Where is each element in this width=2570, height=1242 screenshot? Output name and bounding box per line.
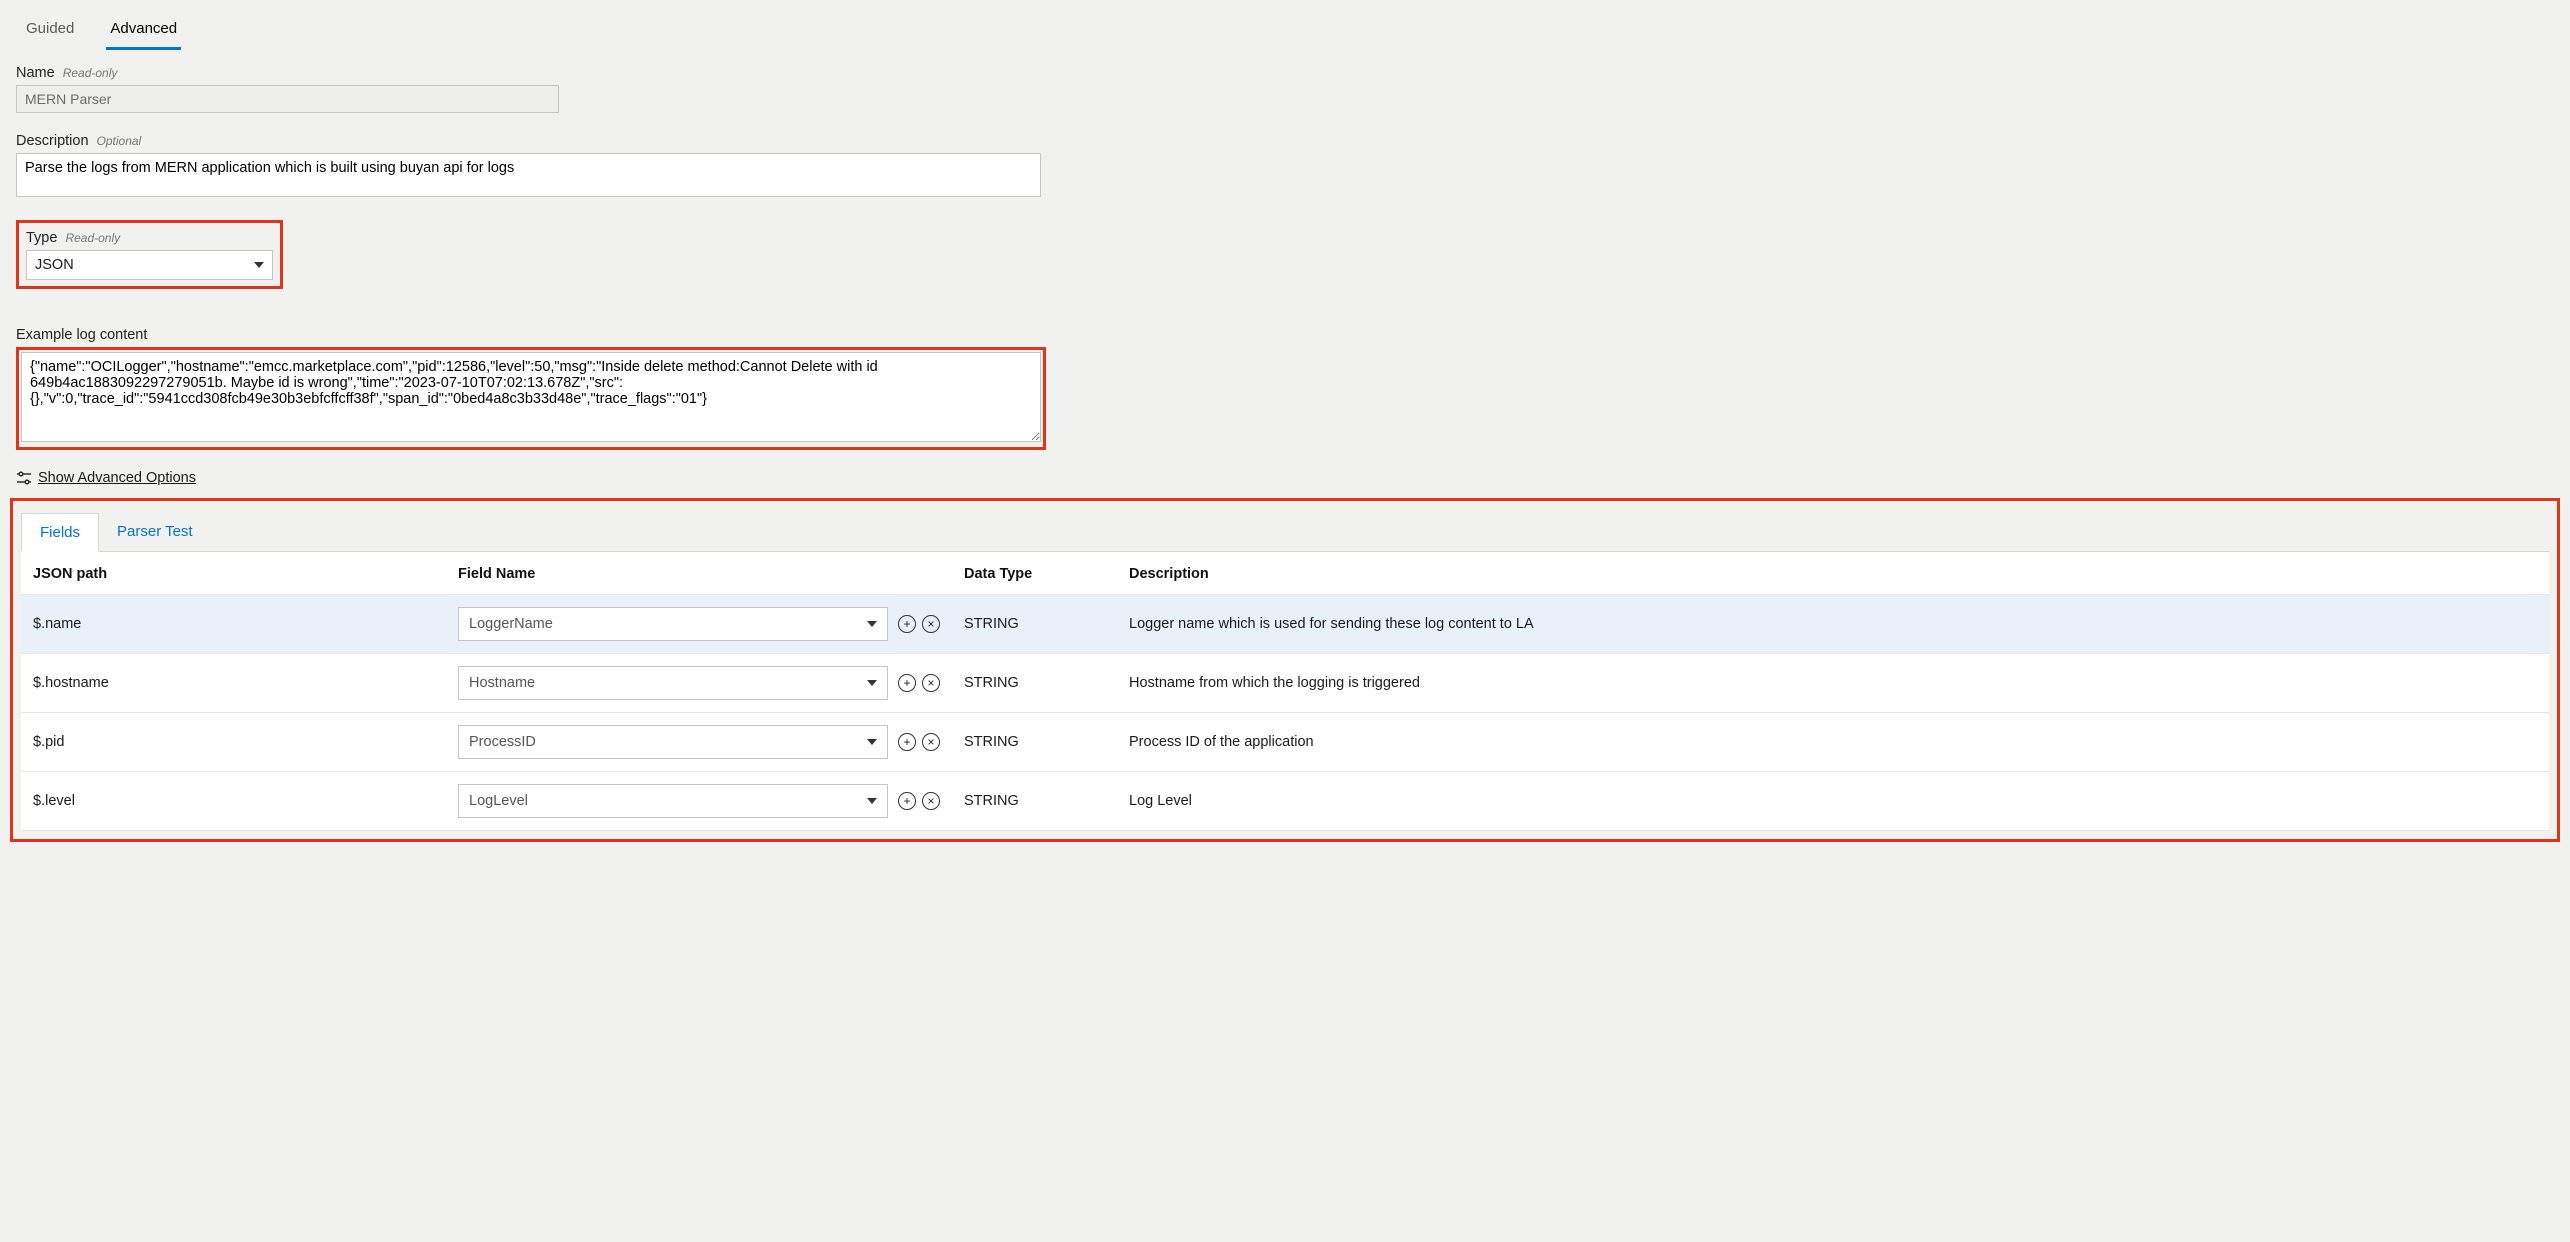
type-label: Type (26, 230, 57, 246)
mode-tabs: Guided Advanced (10, 0, 2560, 51)
field-name-select[interactable]: LoggerName (458, 607, 888, 641)
description-cell: Process ID of the application (1117, 713, 2549, 772)
field-name-cell: LoggerName + × (446, 595, 952, 654)
chevron-down-icon (867, 680, 877, 686)
name-hint: Read-only (63, 66, 118, 80)
remove-icon[interactable]: × (922, 733, 940, 751)
add-icon[interactable]: + (898, 615, 916, 633)
description-hint: Optional (97, 134, 142, 148)
table-row[interactable]: $.pid ProcessID + × STRINGProcess ID of the … (21, 713, 2549, 772)
add-icon[interactable]: + (898, 674, 916, 692)
fields-subtabs: Fields Parser Test (21, 513, 2549, 552)
header-field-name: Field Name (446, 552, 952, 595)
description-cell: Hostname from which the logging is trigg… (1117, 654, 2549, 713)
field-name-select[interactable]: LogLevel (458, 784, 888, 818)
example-log-content[interactable] (21, 352, 1041, 442)
description-cell: Log Level (1117, 772, 2549, 831)
remove-icon[interactable]: × (922, 615, 940, 633)
data-type-cell: STRING (952, 772, 1117, 831)
chevron-down-icon (867, 798, 877, 804)
remove-icon[interactable]: × (922, 792, 940, 810)
data-type-cell: STRING (952, 713, 1117, 772)
type-hint: Read-only (65, 231, 120, 245)
sliders-icon (16, 470, 32, 486)
show-advanced-options-link[interactable]: Show Advanced Options (16, 470, 196, 486)
table-row[interactable]: $.name LoggerName + × STRINGLogger name whic… (21, 595, 2549, 654)
add-icon[interactable]: + (898, 733, 916, 751)
json-path-cell: $.name (21, 595, 446, 654)
show-advanced-options-label: Show Advanced Options (38, 470, 196, 486)
type-value: JSON (35, 257, 254, 273)
subtab-fields[interactable]: Fields (21, 513, 99, 552)
field-name-select[interactable]: ProcessID (458, 725, 888, 759)
chevron-down-icon (867, 621, 877, 627)
add-icon[interactable]: + (898, 792, 916, 810)
subtab-parser-test[interactable]: Parser Test (99, 513, 211, 551)
field-name-cell: ProcessID + × (446, 713, 952, 772)
example-label: Example log content (16, 327, 147, 343)
data-type-cell: STRING (952, 595, 1117, 654)
header-json-path: JSON path (21, 552, 446, 595)
description-label: Description (16, 133, 89, 149)
chevron-down-icon (867, 739, 877, 745)
tab-advanced[interactable]: Advanced (106, 14, 181, 50)
header-data-type: Data Type (952, 552, 1117, 595)
name-input (16, 85, 559, 113)
chevron-down-icon (254, 262, 264, 268)
field-name-cell: Hostname + × (446, 654, 952, 713)
description-input[interactable] (16, 153, 1041, 197)
data-type-cell: STRING (952, 654, 1117, 713)
json-path-cell: $.hostname (21, 654, 446, 713)
json-path-cell: $.level (21, 772, 446, 831)
fields-table: JSON path Field Name Data Type Descripti… (21, 552, 2549, 831)
table-row[interactable]: $.hostname Hostname + × STRINGHostname from … (21, 654, 2549, 713)
field-name-cell: LogLevel + × (446, 772, 952, 831)
remove-icon[interactable]: × (922, 674, 940, 692)
name-label: Name (16, 65, 55, 81)
description-cell: Logger name which is used for sending th… (1117, 595, 2549, 654)
json-path-cell: $.pid (21, 713, 446, 772)
tab-guided[interactable]: Guided (22, 14, 78, 50)
field-name-select[interactable]: Hostname (458, 666, 888, 700)
header-description: Description (1117, 552, 2549, 595)
table-row[interactable]: $.level LogLevel + × STRINGLog Level (21, 772, 2549, 831)
type-select[interactable]: JSON (26, 250, 273, 280)
